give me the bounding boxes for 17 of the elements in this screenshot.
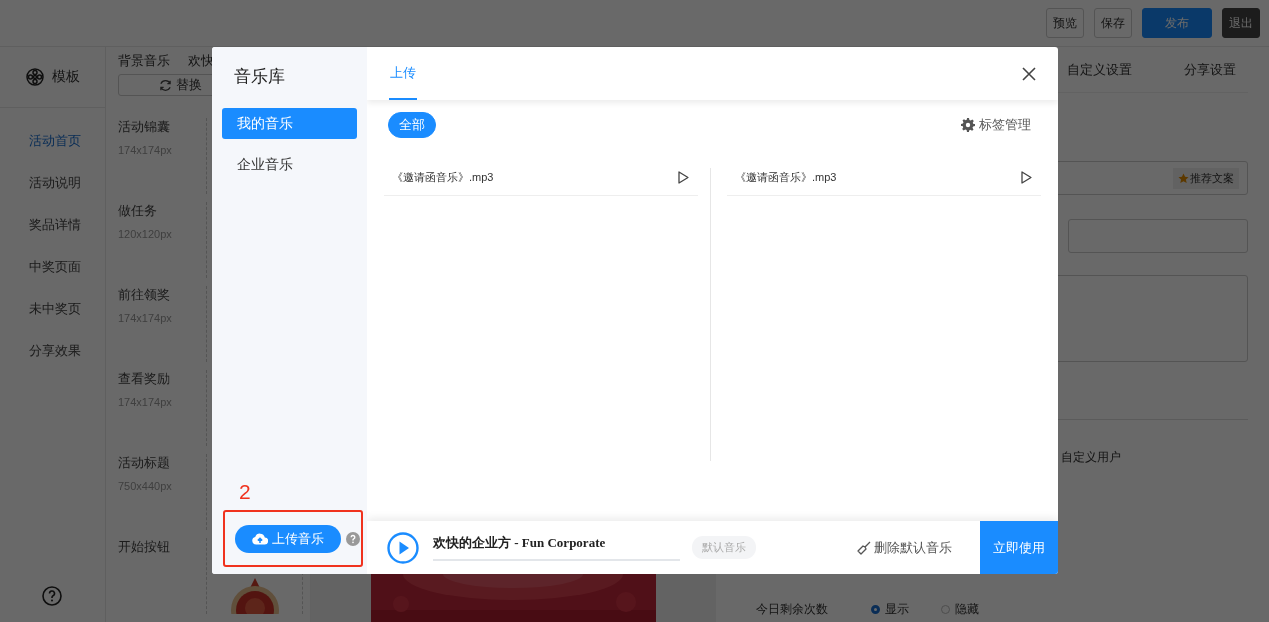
track-name: 《邀请函音乐》.mp3 [735, 170, 837, 185]
asset-title: 开始按钮 [118, 538, 171, 556]
nav-header: 模板 [51, 68, 80, 86]
asset-title: 查看奖励 [118, 370, 171, 388]
track-title: 欢快的企业方 - Fun Corporate [433, 534, 607, 552]
asset-title: 活动锦囊 [118, 118, 171, 136]
asset-title: 前往领奖 [118, 286, 171, 304]
radio-label: 隐藏 [955, 601, 979, 618]
asset-title: 做任务 [118, 202, 158, 220]
radio-label: 显示 [885, 601, 909, 618]
field-label: 今日剩余次数 [756, 601, 829, 618]
asset-title: 活动标题 [118, 454, 171, 472]
default-music-tag: 默认音乐 [692, 536, 756, 559]
track-name: 《邀请函音乐》.mp3 [392, 170, 494, 185]
option-label: 自定义用户 [1061, 449, 1122, 466]
dialog-title: 音乐库 [234, 66, 286, 88]
annotation-number: 2 [239, 480, 251, 504]
